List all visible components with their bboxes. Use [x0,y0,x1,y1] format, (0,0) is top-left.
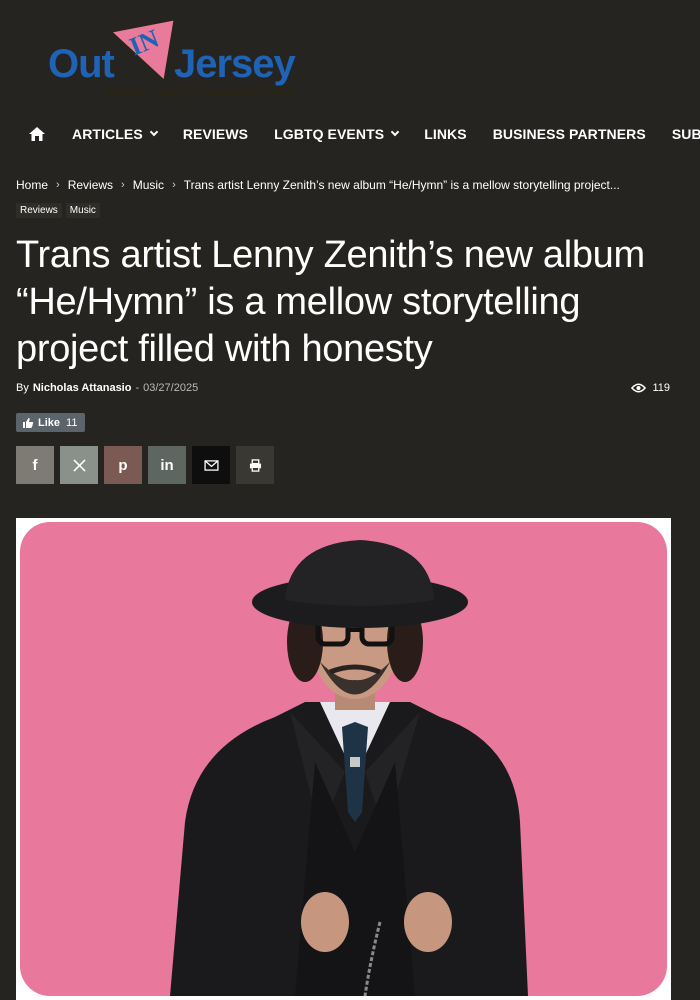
breadcrumb-reviews[interactable]: Reviews [68,178,113,192]
nav-item-label: SUBSCR [671,126,700,142]
site-header: Out IN Jersey Your NJ LGBTQ Community Po… [0,0,700,112]
breadcrumb-separator: › [121,179,125,191]
home-icon[interactable] [28,125,46,143]
author-link[interactable]: Nicholas Attanasio [33,382,132,394]
pinterest-share-button[interactable]: p [104,446,142,484]
view-count-value: 119 [652,382,670,394]
tag-reviews[interactable]: Reviews [16,203,62,218]
x-icon [72,458,86,472]
facebook-like-button[interactable]: Like 11 [16,413,86,432]
facebook-icon: f [32,456,38,474]
site-logo[interactable]: Out IN Jersey Your NJ LGBTQ Community Po… [48,18,308,104]
nav-item-lgbtq-events[interactable]: LGBTQ EVENTS [274,126,400,142]
share-buttons: f p in [16,446,274,484]
date-separator: - [135,382,140,394]
featured-image-background [20,522,667,996]
breadcrumb-music[interactable]: Music [133,178,164,192]
logo-out: Out [48,42,115,86]
tag-music[interactable]: Music [65,203,100,218]
nav-item-business-partners[interactable]: BUSINESS PARTNERS [493,126,646,142]
article-meta: By Nicholas Attanasio - 03/27/2025 [16,382,198,394]
breadcrumb-separator: › [172,179,176,191]
byline-label: By [16,382,29,394]
nav-item-label: LGBTQ EVENTS [274,126,385,142]
nav-item-subscribe[interactable]: SUBSCR [672,126,700,142]
facebook-share-button[interactable]: f [16,446,54,484]
breadcrumb-current: Trans artist Lenny Zenith’s new album “H… [183,178,620,192]
article-title: Trans artist Lenny Zenith’s new album “H… [16,234,645,370]
nav-item-label: REVIEWS [182,126,249,142]
logo-jersey: Jersey [174,42,296,86]
category-tags: Reviews Music [16,203,100,218]
printer-icon [249,458,261,472]
main-nav: ARTICLES REVIEWS LGBTQ EVENTS LINKS BUSI… [0,112,700,156]
like-count: 11 [66,416,78,429]
chevron-down-icon [149,127,159,137]
email-share-button[interactable] [192,446,230,484]
linkedin-icon: in [160,456,174,474]
thumbs-up-icon [23,417,34,428]
breadcrumb-separator: › [56,179,60,191]
eye-icon [631,383,647,393]
nav-item-articles[interactable]: ARTICLES [72,126,159,142]
nav-item-links[interactable]: LINKS [424,126,467,142]
linkedin-share-button[interactable]: in [148,446,186,484]
print-button[interactable] [236,446,274,484]
nav-item-label: BUSINESS PARTNERS [492,126,646,142]
breadcrumb: Home › Reviews › Music › Trans artist Le… [16,178,620,192]
publish-date: 03/27/2025 [143,382,199,394]
x-share-button[interactable] [60,446,98,484]
nav-item-reviews[interactable]: REVIEWS [183,126,248,142]
pinterest-icon: p [118,456,128,474]
like-label: Like [38,416,61,429]
breadcrumb-home[interactable]: Home [16,178,48,192]
nav-item-label: LINKS [424,126,467,142]
nav-item-label: ARTICLES [72,126,143,142]
envelope-icon [203,459,219,471]
view-count: 119 [631,382,670,394]
logo-tagline: Your NJ LGBTQ Community Portal [106,87,293,99]
chevron-down-icon [390,127,400,137]
artist-portrait-image [170,540,528,996]
featured-image [16,518,671,1000]
